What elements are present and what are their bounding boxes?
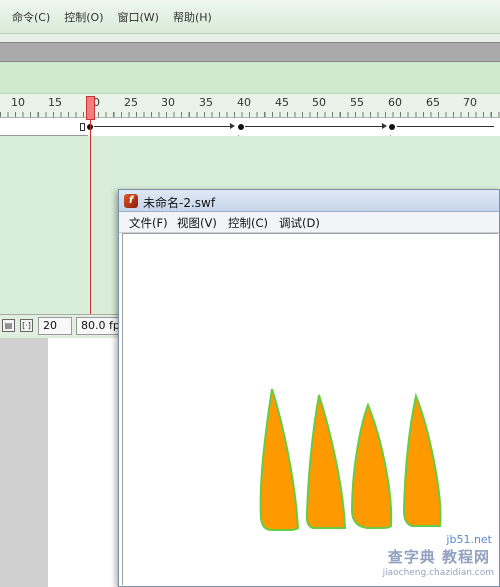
ruler-label: 25 — [124, 96, 138, 109]
motion-tween-span[interactable] — [88, 118, 238, 136]
ruler-label: 15 — [48, 96, 62, 109]
watermark-bottom: jiaocheng.chazidian.com — [382, 568, 494, 578]
swf-menu-file[interactable]: 文件(F) — [129, 215, 168, 231]
swf-window-title: 未命名-2.swf — [143, 196, 216, 210]
keyframe-dot[interactable] — [389, 124, 395, 130]
flash-ide-screen: 命令(C) 控制(O) 窗口(W) 帮助(H) 10 15 20 25 30 3… — [0, 0, 500, 587]
document-tab-strip — [0, 42, 500, 62]
motion-tween-span[interactable] — [391, 118, 500, 136]
ruler-ticks — [0, 112, 500, 117]
keyframe-dot[interactable] — [238, 124, 244, 130]
ruler-label: 10 — [11, 96, 25, 109]
toolbar-gap — [0, 34, 500, 42]
orange-blade-shape — [305, 394, 347, 529]
ruler-label: 55 — [350, 96, 364, 109]
ruler-label: 60 — [388, 96, 402, 109]
swf-menubar: 文件(F) 视图(V) 控制(C) 调试(D) — [119, 212, 499, 233]
ruler-label: 40 — [237, 96, 251, 109]
orange-blade-shape — [259, 388, 300, 531]
menu-window[interactable]: 窗口(W) — [118, 9, 159, 25]
ruler-label: 65 — [426, 96, 440, 109]
playhead-line — [90, 120, 91, 318]
timeline-statusbar: ▤ [·] 20 80.0 fps — [0, 314, 120, 336]
ruler-label: 30 — [161, 96, 175, 109]
menu-control[interactable]: 控制(O) — [64, 9, 103, 25]
frame-ruler[interactable]: 10 15 20 25 30 35 40 45 50 55 60 65 70 — [0, 94, 500, 118]
menu-command[interactable]: 命令(C) — [12, 9, 50, 25]
tween-line — [94, 126, 232, 127]
ruler-label: 50 — [312, 96, 326, 109]
tween-line — [245, 126, 384, 127]
tween-line — [397, 126, 494, 127]
swf-menu-debug[interactable]: 调试(D) — [279, 215, 320, 231]
frame-rate-field: 80.0 fps — [76, 317, 120, 335]
ruler-label: 35 — [199, 96, 213, 109]
tween-arrow-icon — [382, 123, 387, 129]
site-watermark: jb51.net 查字典 教程网 jiaocheng.chazidian.com — [354, 533, 494, 583]
menu-help[interactable]: 帮助(H) — [173, 9, 212, 25]
empty-keyframe[interactable] — [80, 123, 85, 131]
timeline-header — [0, 62, 500, 94]
swf-preview-window[interactable]: f 未命名-2.swf 文件(F) 视图(V) 控制(C) 调试(D) — [118, 189, 500, 587]
main-menubar: 命令(C) 控制(O) 窗口(W) 帮助(H) — [0, 0, 500, 34]
flash-player-icon: f — [124, 194, 138, 208]
current-frame-field: 20 — [38, 317, 72, 335]
orange-blade-shape — [402, 392, 442, 527]
watermark-top: jb51.net — [446, 533, 492, 546]
motion-tween-span[interactable] — [239, 118, 390, 136]
tween-arrow-icon — [230, 123, 235, 129]
orange-blade-shape — [350, 402, 393, 529]
ruler-label: 70 — [463, 96, 477, 109]
swf-menu-control[interactable]: 控制(C) — [228, 215, 268, 231]
stage-canvas — [48, 338, 120, 587]
edit-markers-icon[interactable]: [·] — [20, 319, 33, 332]
swf-titlebar[interactable]: f 未命名-2.swf — [119, 190, 499, 212]
watermark-middle: 查字典 教程网 — [387, 548, 490, 566]
layer-frames-row[interactable] — [0, 118, 500, 136]
playhead-handle[interactable] — [86, 96, 95, 120]
onion-skin-icon[interactable]: ▤ — [2, 319, 15, 332]
ruler-label: 45 — [275, 96, 289, 109]
swf-menu-view[interactable]: 视图(V) — [177, 215, 217, 231]
